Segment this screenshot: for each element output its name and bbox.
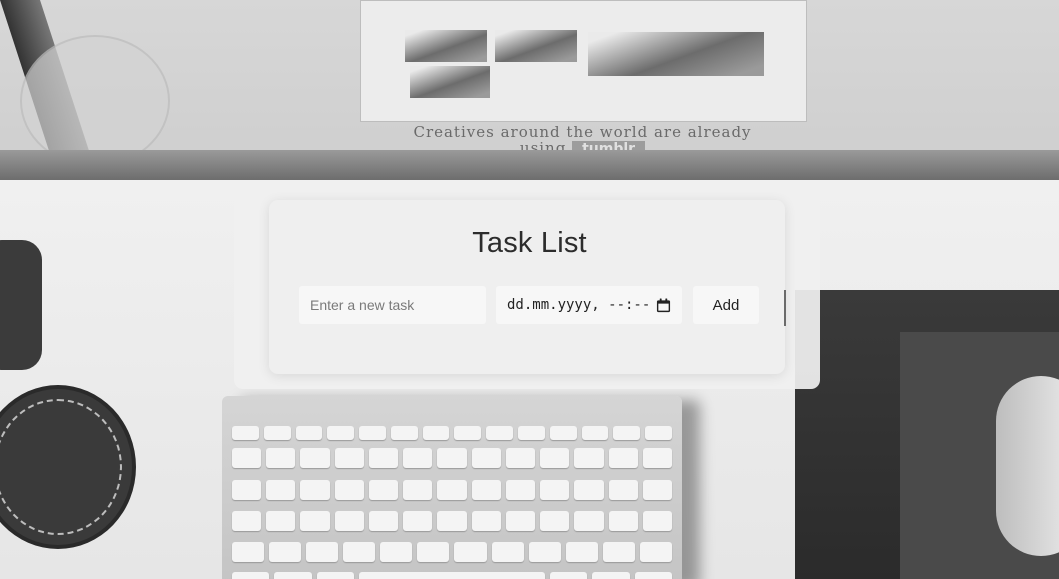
keyboard-row <box>232 480 673 500</box>
reflected-coaster <box>20 35 170 167</box>
mouse <box>996 376 1059 556</box>
keyboard <box>222 396 682 579</box>
coaster-ring <box>0 399 122 535</box>
calendar-icon[interactable] <box>656 297 671 313</box>
webpage-thumbnail <box>588 32 764 76</box>
keyboard-row <box>232 542 672 562</box>
date-input-value: dd.mm.yyyy, --:-- <box>507 297 651 313</box>
keyboard-row <box>232 448 673 468</box>
webpage-thumbnail <box>495 30 577 62</box>
task-input[interactable] <box>299 286 486 324</box>
webpage-thumbnail <box>405 30 487 62</box>
keyboard-row <box>232 426 672 440</box>
page-title: Task List <box>472 227 587 259</box>
divider <box>784 290 786 326</box>
keyboard-row <box>232 511 673 531</box>
add-button[interactable]: Add <box>693 286 759 324</box>
monitor-bezel <box>0 150 1059 182</box>
keyboard-row <box>232 572 672 579</box>
webpage-thumbnail <box>410 66 490 98</box>
due-date-input[interactable]: dd.mm.yyyy, --:-- <box>496 286 682 324</box>
